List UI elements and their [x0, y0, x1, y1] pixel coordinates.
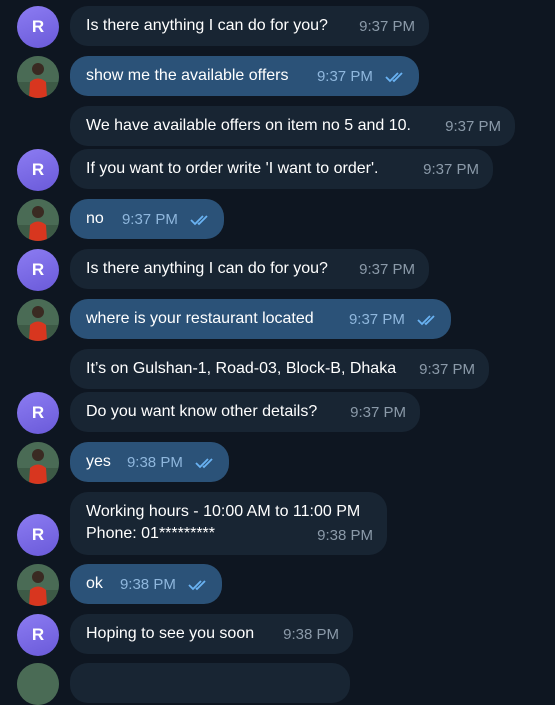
- outgoing-message-bubble[interactable]: no 9:37 PM: [70, 199, 224, 239]
- message-text: Hoping to see you soon: [86, 625, 255, 642]
- user-photo-icon: [17, 56, 59, 98]
- bot-avatar[interactable]: R: [17, 6, 59, 48]
- message-text: Is there anything I can do for you?: [86, 260, 328, 277]
- message-text: Is there anything I can do for you?: [86, 17, 328, 34]
- message-time: 9:37 PM: [121, 211, 178, 228]
- message-text: where is your restaurant located: [86, 310, 314, 327]
- read-checkmarks-icon: [417, 314, 439, 326]
- message-time: 9:38 PM: [317, 527, 373, 544]
- read-checkmarks-icon: [385, 71, 407, 83]
- avatar-letter: R: [31, 525, 45, 544]
- message-meta: 9:37 PM: [317, 66, 407, 88]
- avatar-letter: R: [31, 17, 45, 36]
- avatar-letter: R: [31, 625, 45, 644]
- message-time: 9:38 PM: [283, 626, 339, 643]
- incoming-message-bubble[interactable]: It’s on Gulshan-1, Road-03, Block-B, Dha…: [70, 349, 489, 389]
- message-time: 9:38 PM: [126, 454, 183, 471]
- bot-avatar[interactable]: R: [17, 614, 59, 656]
- user-avatar[interactable]: [17, 564, 59, 606]
- incoming-message-bubble[interactable]: Working hours - 10:00 AM to 11:00 PM Pho…: [70, 492, 387, 555]
- message-text: ok: [86, 575, 103, 592]
- user-avatar[interactable]: [17, 299, 59, 341]
- message-text: We have available offers on item no 5 an…: [86, 117, 411, 134]
- message-text-line: Working hours - 10:00 AM to 11:00 PM: [86, 503, 361, 520]
- user-photo-icon: [17, 564, 59, 606]
- avatar-letter: R: [31, 260, 45, 279]
- bot-avatar[interactable]: R: [17, 149, 59, 191]
- user-photo-icon: [17, 199, 59, 241]
- read-checkmarks-icon: [188, 579, 210, 591]
- bot-avatar[interactable]: R: [17, 249, 59, 291]
- incoming-message-bubble[interactable]: If you want to order write 'I want to or…: [70, 149, 493, 189]
- user-avatar[interactable]: [17, 663, 59, 705]
- message-time: 9:37 PM: [348, 311, 405, 328]
- message-text: no: [86, 210, 104, 227]
- user-avatar[interactable]: [17, 442, 59, 484]
- message-time: 9:37 PM: [359, 261, 415, 278]
- read-checkmarks-icon: [190, 214, 212, 226]
- message-meta: 9:37 PM: [349, 309, 439, 331]
- message-time: 9:37 PM: [445, 118, 501, 135]
- incoming-message-bubble[interactable]: Is there anything I can do for you? 9:37…: [70, 6, 429, 46]
- outgoing-message-bubble[interactable]: where is your restaurant located 9:37 PM: [70, 299, 451, 339]
- message-time: 9:37 PM: [419, 361, 475, 378]
- message-meta: 9:38 PM: [127, 452, 217, 474]
- read-checkmarks-icon: [195, 457, 217, 469]
- message-time: 9:37 PM: [423, 161, 479, 178]
- user-avatar[interactable]: [17, 199, 59, 241]
- message-text: If you want to order write 'I want to or…: [86, 160, 379, 177]
- outgoing-message-bubble[interactable]: ok 9:38 PM: [70, 564, 222, 604]
- bot-avatar[interactable]: R: [17, 392, 59, 434]
- user-photo-icon: [17, 663, 59, 705]
- incoming-message-bubble[interactable]: Hoping to see you soon 9:38 PM: [70, 614, 353, 654]
- message-time: 9:38 PM: [119, 576, 176, 593]
- incoming-message-bubble[interactable]: [70, 663, 350, 703]
- message-meta: 9:37 PM: [122, 209, 212, 231]
- message-text: yes: [86, 453, 111, 470]
- message-time: 9:37 PM: [350, 404, 406, 421]
- message-text: show me the available offers: [86, 67, 289, 84]
- bot-avatar[interactable]: R: [17, 514, 59, 556]
- message-time: 9:37 PM: [359, 18, 415, 35]
- message-text: It’s on Gulshan-1, Road-03, Block-B, Dha…: [86, 360, 397, 377]
- incoming-message-bubble[interactable]: Do you want know other details? 9:37 PM: [70, 392, 420, 432]
- message-time: 9:37 PM: [316, 68, 373, 85]
- avatar-letter: R: [31, 403, 45, 422]
- outgoing-message-bubble[interactable]: show me the available offers 9:37 PM: [70, 56, 419, 96]
- user-avatar[interactable]: [17, 56, 59, 98]
- incoming-message-bubble[interactable]: We have available offers on item no 5 an…: [70, 106, 515, 146]
- incoming-message-bubble[interactable]: Is there anything I can do for you? 9:37…: [70, 249, 429, 289]
- user-photo-icon: [17, 299, 59, 341]
- message-text: Do you want know other details?: [86, 403, 318, 420]
- outgoing-message-bubble[interactable]: yes 9:38 PM: [70, 442, 229, 482]
- avatar-letter: R: [31, 160, 45, 179]
- message-meta: 9:38 PM: [120, 574, 210, 596]
- user-photo-icon: [17, 442, 59, 484]
